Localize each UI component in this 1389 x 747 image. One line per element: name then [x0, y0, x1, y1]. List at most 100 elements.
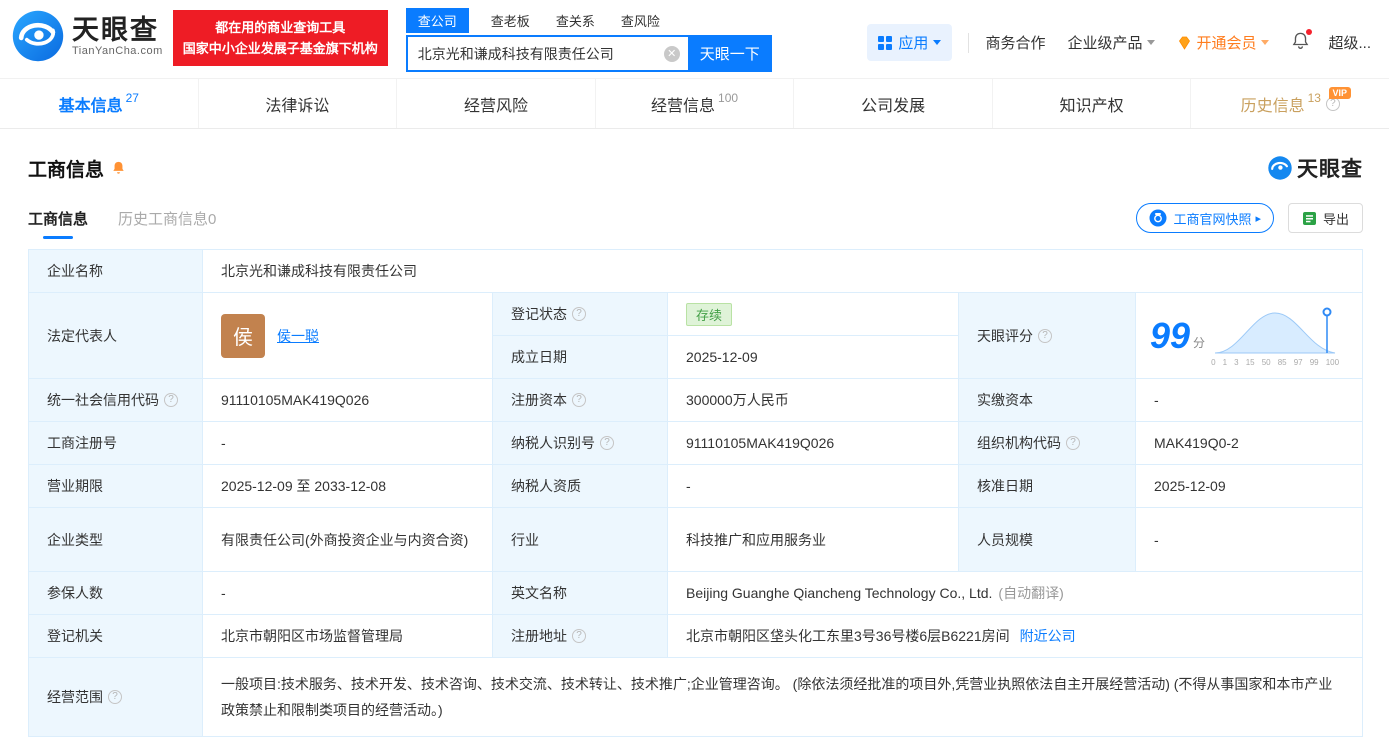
business-term-value: 2025-12-09 至 2033-12-08 [203, 465, 493, 508]
clear-icon[interactable]: ✕ [663, 45, 680, 62]
label-text: 实缴资本 [977, 392, 1033, 408]
snapshot-button[interactable]: 工商官网快照 ▸ [1136, 203, 1274, 233]
help-icon[interactable]: ? [572, 629, 586, 643]
search-tab-company[interactable]: 查公司 [405, 7, 469, 33]
tab-intellectual-property[interactable]: 知识产权 [993, 79, 1192, 128]
value-text: - [221, 435, 226, 451]
reg-address-value: 北京市朝阳区垡头化工东里3号36号楼6层B6221房间 附近公司 [668, 615, 1362, 658]
brand-logo[interactable]: 天眼查 TianYanCha.com [10, 8, 163, 64]
nearby-companies-link[interactable]: 附近公司 [1020, 626, 1076, 646]
apps-button[interactable]: 应用 [867, 24, 953, 61]
notification-bell[interactable] [1291, 28, 1313, 55]
label-text: 核准日期 [977, 478, 1033, 494]
snapshot-label: 工商官网快照 [1173, 211, 1252, 227]
value-text: 91110105MAK419Q026 [686, 435, 835, 451]
label-text: 纳税人识别号 [511, 435, 595, 451]
vip-badge: VIP [1328, 87, 1352, 99]
search-input[interactable] [407, 45, 664, 62]
avatar[interactable]: 侯 [221, 313, 265, 358]
nav-enterprise-product[interactable]: 企业级产品 [1067, 32, 1156, 53]
search-tab-boss[interactable]: 查老板 [491, 11, 530, 30]
auto-translate-note: (自动翻译) [998, 585, 1064, 601]
search-button[interactable]: 天眼一下 [687, 35, 772, 72]
apps-grid-icon [878, 35, 893, 50]
section-logo-text: 天眼查 [1297, 158, 1363, 181]
search-tab-relation[interactable]: 查关系 [556, 11, 595, 30]
value-text: 北京光和谦成科技有限责任公司 [221, 263, 417, 279]
business-info-table: 企业名称 北京光和谦成科技有限责任公司 法定代表人 侯 侯一聪 登记状态 ? 存… [28, 249, 1363, 737]
subtab-business-registration[interactable]: 工商信息 [28, 208, 88, 229]
caret-down-icon [1147, 40, 1156, 45]
section-logo-icon [1268, 156, 1292, 180]
tab-business-info[interactable]: 经营信息 100 [596, 79, 795, 128]
tab-count: 27 [125, 90, 139, 105]
tab-history-info[interactable]: VIP 历史信息 13 ? [1191, 79, 1389, 128]
label-text: 注册地址 [511, 628, 567, 644]
value-text: Beijing Guanghe Qiancheng Technology Co.… [686, 585, 993, 601]
tab-operational-risk[interactable]: 经营风险 [397, 79, 596, 128]
staff-size-value: - [1136, 508, 1362, 572]
export-button[interactable]: 导出 [1287, 203, 1363, 233]
nav-vip-label: 开通会员 [1196, 35, 1257, 52]
field-label: 企业名称 [29, 250, 203, 293]
org-code-value: MAK419Q0-2 [1136, 422, 1362, 465]
section-watermark-logo: 天眼查 [1267, 153, 1363, 183]
field-label: 注册地址 ? [493, 615, 668, 658]
credit-code-value: 91110105MAK419Q026 [203, 379, 493, 422]
tab-count: 13 [1307, 90, 1321, 105]
tab-count: 100 [718, 90, 739, 105]
tick: 97 [1293, 357, 1303, 367]
label-text: 营业期限 [47, 478, 103, 494]
brand-logo-icon [12, 10, 64, 62]
field-label: 工商注册号 [29, 422, 203, 465]
help-icon[interactable]: ? [108, 690, 122, 704]
tab-legal-proceedings[interactable]: 法律诉讼 [199, 79, 398, 128]
caret-down-icon [933, 40, 942, 45]
field-label: 组织机构代码 ? [959, 422, 1136, 465]
tab-company-development[interactable]: 公司发展 [794, 79, 993, 128]
value-text: - [221, 585, 226, 601]
company-type-value: 有限责任公司(外商投资企业与内资合资) [203, 508, 493, 572]
value-text: 北京市朝阳区垡头化工东里3号36号楼6层B6221房间 [686, 628, 1010, 644]
label-text: 人员规模 [977, 531, 1033, 548]
label-text: 登记状态 [511, 306, 567, 322]
search-tab-risk[interactable]: 查风险 [621, 11, 660, 30]
help-icon[interactable]: ? [164, 393, 178, 407]
nav-open-vip[interactable]: 开通会员 [1177, 32, 1270, 53]
label-text: 统一社会信用代码 [47, 392, 159, 408]
subtab-history-registration[interactable]: 历史工商信息0 [118, 208, 216, 229]
value-text: 有限责任公司(外商投资企业与内资合资) [221, 531, 469, 548]
top-header: 天眼查 TianYanCha.com 都在用的商业查询工具 国家中小企业发展子基… [0, 0, 1389, 79]
help-icon[interactable]: ? [1066, 436, 1080, 450]
help-icon[interactable]: ? [572, 307, 586, 321]
nav-super-vip[interactable]: 超级... [1328, 32, 1371, 53]
label-text: 经营范围 [47, 689, 103, 705]
nav-business-coop[interactable]: 商务合作 [985, 32, 1045, 53]
value-text: MAK419Q0-2 [1154, 435, 1239, 451]
tab-basic-info[interactable]: 基本信息 27 [0, 79, 199, 128]
label-text: 企业名称 [47, 263, 103, 279]
help-icon[interactable]: ? [600, 436, 614, 450]
label-text: 纳税人资质 [511, 478, 581, 494]
establish-date-value: 2025-12-09 [668, 336, 959, 379]
tick: 99 [1309, 357, 1319, 367]
value-text: 2025-12-09 至 2033-12-08 [221, 478, 387, 494]
divider [968, 32, 970, 53]
tab-label: 经营信息 [651, 97, 716, 115]
label-text: 登记机关 [47, 628, 103, 644]
field-label: 企业类型 [29, 508, 203, 572]
help-icon[interactable]: ? [572, 393, 586, 407]
help-icon[interactable]: ? [1038, 328, 1052, 343]
tab-label: 公司发展 [861, 97, 926, 115]
value-text: 91110105MAK419Q026 [221, 392, 370, 408]
field-label: 统一社会信用代码 ? [29, 379, 203, 422]
legal-rep-value: 侯 侯一聪 [203, 293, 493, 379]
chevron-right-icon: ▸ [1255, 212, 1261, 225]
section-title-text: 工商信息 [28, 159, 105, 181]
legal-rep-link[interactable]: 侯一聪 [277, 326, 319, 346]
field-label: 经营范围 ? [29, 658, 203, 736]
score-chart: 0 1 3 15 50 85 97 99 100 [1211, 305, 1339, 367]
value-text: 北京市朝阳区市场监督管理局 [221, 628, 403, 644]
value-text: 一般项目:技术服务、技术开发、技术咨询、技术交流、技术转让、技术推广;企业管理咨… [221, 676, 1333, 718]
score-curve-icon [1215, 307, 1336, 353]
